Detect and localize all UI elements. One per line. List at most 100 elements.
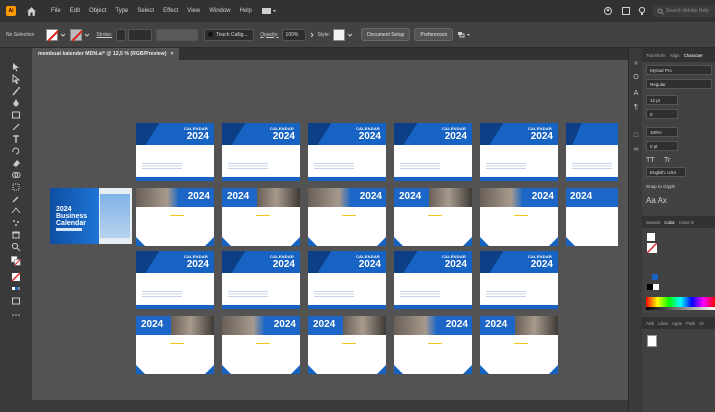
artboard-month[interactable]: 2024 (308, 316, 386, 374)
stroke-swatch[interactable] (70, 28, 83, 41)
eyedropper-icon[interactable] (9, 194, 23, 204)
tab-artboards[interactable]: Artb (646, 321, 654, 326)
help-search-input[interactable]: Search Adobe Help (653, 5, 715, 17)
menu-object[interactable]: Object (89, 8, 106, 14)
tab-appearance[interactable]: Appe (672, 321, 682, 326)
chevron-right-icon[interactable] (309, 32, 315, 38)
artboard-month[interactable]: 2024 (394, 316, 472, 374)
chevron-down-icon[interactable] (60, 32, 66, 38)
screen-mode-icon[interactable] (9, 296, 23, 306)
shape-builder-icon[interactable] (9, 170, 23, 180)
artboard-calendar[interactable]: CALENDAR 2024 (222, 123, 300, 181)
grayscale-ramp[interactable] (646, 307, 715, 310)
fill-swatch[interactable] (46, 28, 59, 41)
font-family-field[interactable]: Myriad Pro (646, 65, 712, 75)
artboard-month[interactable]: 2024 (394, 188, 472, 246)
menu-edit[interactable]: Edit (70, 8, 80, 14)
color-mode-icon[interactable] (9, 284, 23, 294)
artboard-calendar[interactable]: CALENDAR 2024 (308, 251, 386, 309)
color-chip-blue[interactable] (652, 274, 658, 280)
fill-stroke-icon[interactable] (9, 256, 23, 266)
artboard-calendar[interactable]: CALENDAR 2024 (308, 123, 386, 181)
artboard-cover[interactable]: 2024 Business Calendar (50, 188, 132, 244)
artboard-calendar[interactable]: CALENDAR 2024 (394, 251, 472, 309)
tab-pathfinder[interactable]: Path (686, 321, 695, 326)
none-color-icon[interactable] (9, 272, 23, 282)
eraser-tool-icon[interactable] (9, 158, 23, 168)
tab-libraries[interactable]: Libra (658, 321, 668, 326)
brush-dropdown[interactable]: Touch Callig... (204, 28, 255, 41)
gradient-preview[interactable] (647, 335, 657, 347)
tab-color-guide[interactable]: Color G (679, 220, 694, 225)
canvas-area[interactable]: 2024 Business Calendar CALENDAR 2024 CAL… (32, 60, 628, 400)
selection-tool-icon[interactable] (9, 62, 23, 72)
chevron-down-icon[interactable] (84, 32, 90, 38)
color-chip-white[interactable] (653, 284, 659, 290)
small-caps-button[interactable]: Tr (664, 157, 670, 164)
preferences-button[interactable]: Preferences (414, 28, 454, 41)
artboard-calendar-partial[interactable] (566, 123, 618, 181)
stroke-label[interactable]: Stroke: (96, 32, 112, 38)
all-caps-button[interactable]: TT (646, 157, 655, 164)
artboard-month[interactable]: 2024 (222, 316, 300, 374)
close-tab-icon[interactable]: × (170, 51, 173, 57)
edit-toolbar-icon[interactable] (9, 310, 23, 320)
arrange-icon[interactable] (457, 31, 471, 39)
baseline-shift-field[interactable]: 0 pt (646, 141, 678, 151)
opacity-label[interactable]: Opacity: (260, 32, 278, 38)
menu-view[interactable]: View (187, 8, 200, 14)
artboard-calendar[interactable]: CALENDAR 2024 (480, 123, 558, 181)
font-style-field[interactable]: Regular (646, 79, 712, 89)
artboards-panel-icon[interactable]: □ (632, 132, 640, 140)
cloud-icon[interactable] (603, 6, 613, 16)
menu-type[interactable]: Type (115, 8, 128, 14)
tab-gradient[interactable]: Gr (699, 321, 704, 326)
artboard-month[interactable]: 2024 (136, 188, 214, 246)
artboard-calendar[interactable]: CALENDAR 2024 (136, 123, 214, 181)
symbol-sprayer-icon[interactable] (9, 218, 23, 228)
menu-help[interactable]: Help (240, 8, 252, 14)
zoom-tool-icon[interactable] (9, 242, 23, 252)
artboard-month[interactable]: 2024 (136, 316, 214, 374)
menu-effect[interactable]: Effect (163, 8, 178, 14)
collapse-panels-icon[interactable]: « (632, 60, 640, 68)
language-field[interactable]: English: USA (646, 167, 686, 177)
artboard-calendar[interactable]: CALENDAR 2024 (480, 251, 558, 309)
workspace-switcher-icon[interactable] (261, 7, 278, 15)
line-tool-icon[interactable] (9, 122, 23, 132)
links-panel-icon[interactable]: ∞ (632, 146, 640, 154)
menu-window[interactable]: Window (209, 8, 230, 14)
glyph-snap-icons[interactable]: Aa Ax (646, 196, 667, 205)
document-setup-button[interactable]: Document Setup (361, 28, 411, 41)
pen-tool-icon[interactable] (9, 98, 23, 108)
variable-width-profile[interactable] (128, 28, 153, 41)
rectangle-tool-icon[interactable] (9, 110, 23, 120)
tab-swatches[interactable]: Swatch (646, 220, 660, 225)
artboard-month[interactable]: 2024 (222, 188, 300, 246)
arrange-documents-icon[interactable] (621, 6, 631, 16)
tab-align[interactable]: Align (670, 53, 680, 58)
artboard-month-partial[interactable]: 2024 (566, 188, 618, 246)
tab-color[interactable]: Color (664, 220, 675, 225)
menu-file[interactable]: File (51, 8, 61, 14)
artboard-month[interactable]: 2024 (480, 188, 558, 246)
tab-transform[interactable]: Transform (646, 53, 666, 58)
stroke-none-icon[interactable] (646, 242, 658, 254)
type-tool-icon[interactable] (9, 134, 23, 144)
direct-selection-tool-icon[interactable] (9, 74, 23, 84)
artboard-month[interactable]: 2024 (308, 188, 386, 246)
magic-wand-icon[interactable] (9, 86, 23, 96)
opacity-field[interactable]: 100% (281, 28, 306, 41)
home-icon[interactable] (26, 6, 37, 17)
color-spectrum-slider[interactable] (646, 297, 715, 307)
tab-character[interactable]: Character (684, 53, 703, 58)
type-panel-icon[interactable]: A (632, 90, 640, 98)
kerning-field[interactable]: 0 (646, 109, 678, 119)
artboard-calendar[interactable]: CALENDAR 2024 (136, 251, 214, 309)
blend-tool-icon[interactable] (9, 206, 23, 216)
font-size-field[interactable]: 12 pt (646, 95, 678, 105)
lightbulb-icon[interactable] (637, 6, 647, 16)
chevron-down-icon[interactable] (347, 32, 353, 38)
free-transform-icon[interactable] (9, 182, 23, 192)
document-tab[interactable]: membuat kalender MDN.ai* @ 12,5 % (RGB/P… (32, 48, 180, 60)
